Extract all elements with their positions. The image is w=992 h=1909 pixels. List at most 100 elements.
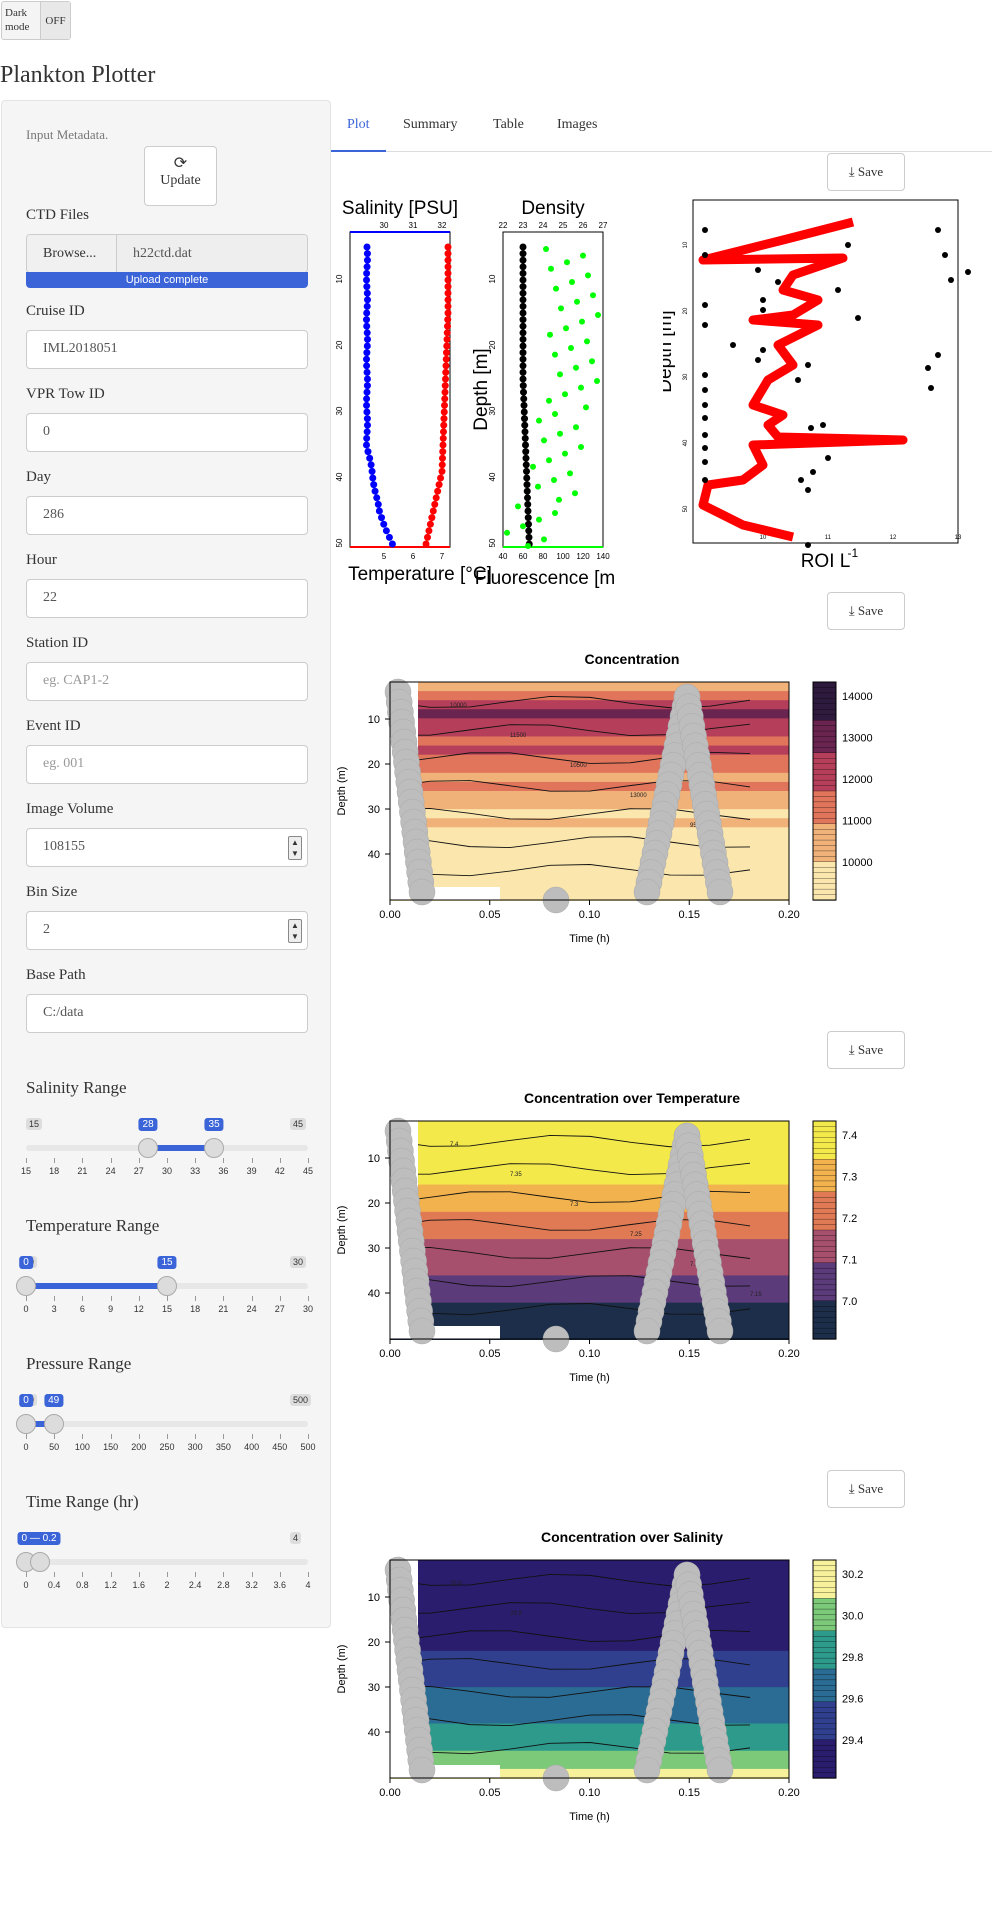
density-point bbox=[525, 520, 532, 528]
range-tick-label: 27 bbox=[133, 1166, 144, 1176]
tow-id-input[interactable]: 0 bbox=[26, 413, 308, 452]
range-handle-from[interactable] bbox=[138, 1138, 159, 1158]
fluorescence-point bbox=[541, 536, 547, 543]
density-point bbox=[519, 342, 527, 350]
roi-point bbox=[775, 279, 781, 285]
range-fill bbox=[26, 1283, 167, 1289]
colorbar-tick-label: 7.4 bbox=[842, 1130, 857, 1142]
roi-point bbox=[702, 477, 708, 483]
save-button-profiles[interactable]: ⤓ Save bbox=[827, 153, 905, 191]
colorbar-segment bbox=[812, 1657, 837, 1665]
colorbar-segment bbox=[812, 785, 837, 792]
colorbar-segment bbox=[812, 1581, 837, 1588]
save-icon: ⤓ bbox=[848, 1042, 855, 1057]
range-tick-label: 0 bbox=[23, 1580, 29, 1590]
heatmap-band bbox=[390, 1623, 789, 1634]
station-id-input[interactable]: eg. CAP1-2 bbox=[26, 662, 308, 701]
colorbar-segment bbox=[812, 839, 837, 847]
colorbar-segment bbox=[812, 1218, 837, 1226]
heatmap-band bbox=[390, 1569, 789, 1580]
save-button-temperature[interactable]: ⤓ Save bbox=[827, 1031, 905, 1069]
density-point bbox=[523, 474, 531, 482]
colorbar-segment bbox=[812, 1317, 837, 1324]
cruise-id-input[interactable]: IML2018051 bbox=[26, 330, 308, 369]
colorbar-segment bbox=[812, 714, 837, 721]
range-handle-to[interactable] bbox=[157, 1276, 177, 1296]
range-tick-mark bbox=[223, 1572, 225, 1577]
colorbar-segment bbox=[812, 747, 837, 754]
tab-summary[interactable]: Summary bbox=[387, 100, 473, 152]
range-title: Temperature Range bbox=[26, 1216, 160, 1235]
colorbar-segment bbox=[812, 1284, 837, 1291]
dark-mode-toggle[interactable]: Dark mode OFF bbox=[1, 1, 71, 40]
ctd-file-input[interactable]: Browse... h22ctd.dat bbox=[26, 234, 308, 273]
update-button[interactable]: ⟳ Update bbox=[144, 146, 217, 206]
range-tick-label: 1.6 bbox=[132, 1580, 146, 1590]
density-point bbox=[520, 388, 527, 396]
salinity-point bbox=[363, 329, 371, 337]
range-tick-mark bbox=[195, 1572, 197, 1577]
x-tick-label: 0.10 bbox=[579, 1348, 600, 1360]
tab-table[interactable]: Table bbox=[477, 100, 540, 152]
tab-plot[interactable]: Plot bbox=[331, 100, 386, 152]
colorbar-segment bbox=[812, 1598, 837, 1605]
roi-point bbox=[702, 322, 708, 328]
depth-tick: 50 bbox=[488, 538, 497, 547]
range-handle-from[interactable] bbox=[16, 1276, 36, 1296]
save-button-salinity[interactable]: ⤓ Save bbox=[827, 1470, 905, 1508]
density-point bbox=[524, 500, 532, 508]
colorbar-segment bbox=[812, 1251, 837, 1258]
range-tick-label: 2.8 bbox=[217, 1580, 230, 1590]
colorbar-segment bbox=[812, 1701, 837, 1708]
fluorescence-point bbox=[562, 450, 568, 457]
hour-input[interactable]: 22 bbox=[26, 579, 308, 618]
heatmap-band bbox=[390, 1714, 789, 1725]
range-handle-from[interactable] bbox=[16, 1414, 36, 1434]
save-button-concentration[interactable]: ⤓ Save bbox=[827, 592, 905, 630]
colorbar-segment bbox=[812, 1213, 837, 1220]
colorbar-segment bbox=[812, 1614, 837, 1621]
roi-point bbox=[798, 477, 804, 483]
range-tick-label: 24 bbox=[105, 1166, 116, 1176]
range-handle-to[interactable] bbox=[30, 1552, 51, 1572]
range-tick-label: 3.6 bbox=[273, 1580, 287, 1590]
colorbar-segment bbox=[812, 1630, 837, 1637]
tab-images[interactable]: Images bbox=[541, 100, 613, 152]
range-handle-to[interactable] bbox=[43, 1414, 64, 1434]
bin-stepper[interactable]: ▲ ▼ bbox=[288, 919, 302, 943]
colorbar-segment bbox=[812, 1273, 837, 1280]
range-tick-mark bbox=[251, 1434, 253, 1439]
fluorescence-point bbox=[552, 351, 558, 358]
colorbar-segment bbox=[812, 1625, 837, 1632]
density-point bbox=[523, 467, 530, 475]
colorbar-segment bbox=[812, 1570, 837, 1577]
colorbar-segment bbox=[812, 709, 837, 716]
roi-point bbox=[702, 387, 708, 393]
salinity-point bbox=[366, 454, 374, 462]
fluorescence-point bbox=[568, 345, 574, 351]
colorbar-segment bbox=[812, 692, 837, 699]
roi-point bbox=[925, 365, 931, 371]
x-tick-label: 0.05 bbox=[479, 1787, 500, 1799]
colorbar-segment bbox=[812, 1761, 837, 1768]
range-tick-label: 400 bbox=[244, 1442, 260, 1452]
browse-button[interactable]: Browse... bbox=[27, 235, 117, 272]
density-point bbox=[521, 434, 529, 442]
day-input[interactable]: 286 bbox=[26, 496, 308, 535]
x-tick-label: 0.00 bbox=[379, 1348, 400, 1360]
x-tick-label: 0.00 bbox=[379, 909, 400, 921]
base-path-input[interactable]: C:/data bbox=[26, 994, 308, 1033]
density-point bbox=[519, 382, 527, 390]
bin-size-input[interactable]: 2 ▲ ▼ bbox=[26, 911, 308, 950]
heatmap-band bbox=[390, 1148, 789, 1159]
image-volume-input[interactable]: 108155 ▲ ▼ bbox=[26, 828, 308, 867]
depth-axis-label: Depth [m] bbox=[471, 348, 492, 430]
range-handle-to[interactable] bbox=[204, 1138, 225, 1158]
event-id-input[interactable]: eg. 001 bbox=[26, 745, 308, 784]
heatmap-band bbox=[390, 1202, 789, 1213]
colorbar-tick-label: 7.1 bbox=[842, 1255, 857, 1267]
colorbar-tick-label: 7.0 bbox=[842, 1296, 857, 1308]
volume-stepper[interactable]: ▲ ▼ bbox=[288, 836, 302, 860]
density-point bbox=[522, 448, 530, 456]
roi-point bbox=[805, 362, 811, 368]
